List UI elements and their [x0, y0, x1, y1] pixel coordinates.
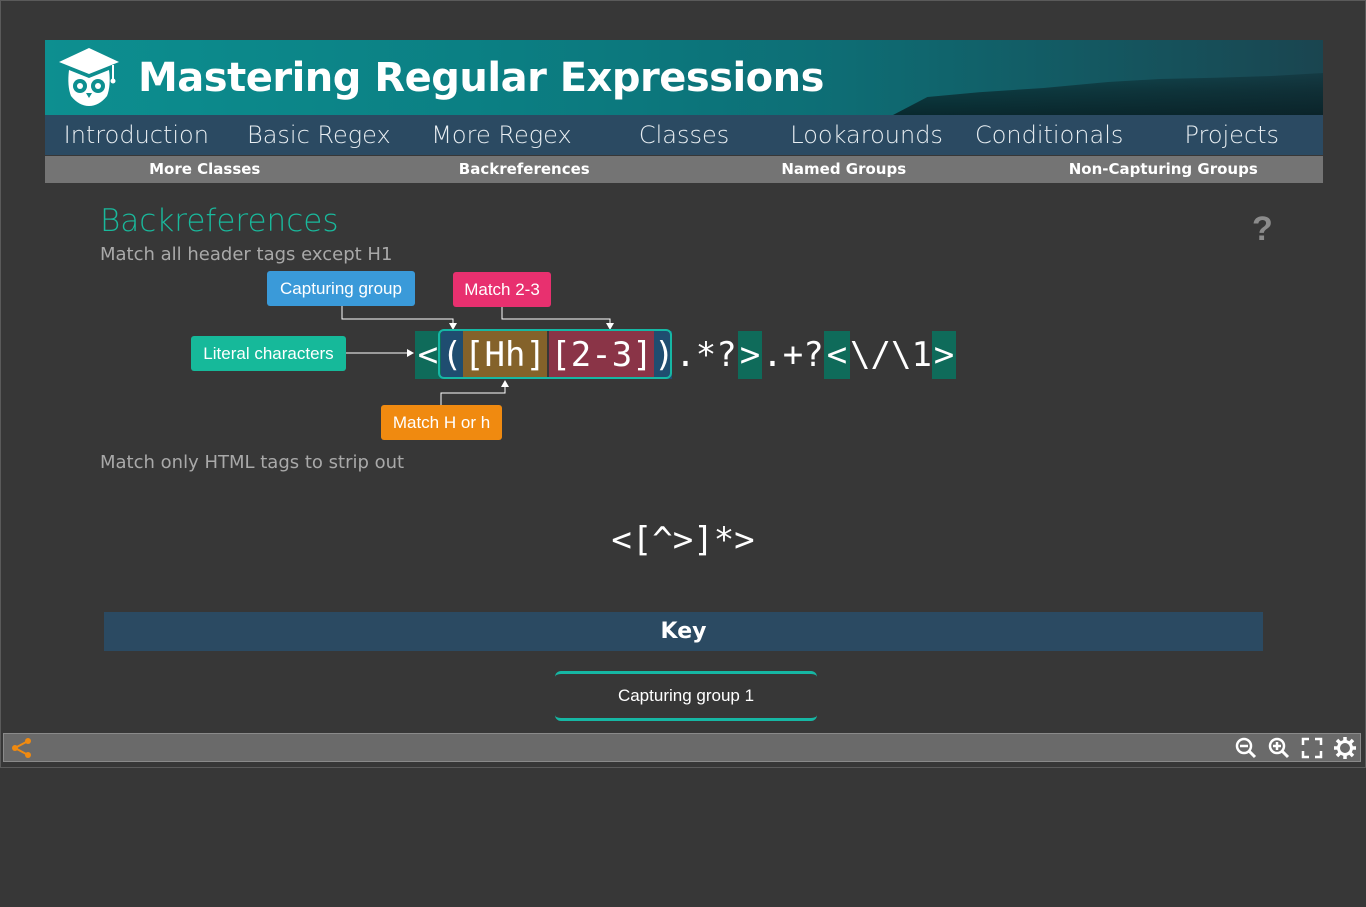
regex-token-close-angle: > — [738, 331, 762, 379]
regex-token-lazy-any: .*? — [675, 335, 737, 375]
fullscreen-icon[interactable] — [1300, 736, 1324, 760]
banner-landscape — [893, 73, 1323, 115]
callout-match-2-3: Match 2-3 — [453, 272, 551, 307]
share-icon[interactable] — [10, 736, 34, 760]
owl-graduate-logo-icon — [59, 48, 119, 106]
header-banner: Mastering Regular Expressions — [45, 40, 1323, 115]
key-item-capturing-group: Capturing group 1 — [555, 671, 817, 721]
nav-item-classes[interactable]: Classes — [593, 115, 776, 155]
regex-token-close-angle-2: > — [932, 331, 956, 379]
capturing-group-outline — [438, 329, 672, 379]
callout-match-h-or-h: Match H or h — [381, 405, 502, 440]
subnav-item-more-classes[interactable]: More Classes — [45, 156, 365, 183]
main-nav: Introduction Basic Regex More Regex Clas… — [45, 115, 1323, 155]
nav-item-introduction[interactable]: Introduction — [45, 115, 228, 155]
regex-token-open-angle-2: < — [824, 331, 850, 379]
nav-item-lookarounds[interactable]: Lookarounds — [775, 115, 958, 155]
subnav-item-named-groups[interactable]: Named Groups — [684, 156, 1004, 183]
nav-item-conditionals[interactable]: Conditionals — [958, 115, 1141, 155]
settings-icon[interactable] — [1333, 736, 1357, 760]
key-header: Key — [104, 612, 1263, 651]
regex-strip-html: <[^>]*> — [611, 520, 755, 560]
example-1-description: Match all header tags except H1 — [100, 244, 393, 265]
regex-token-lazy-one-plus: .+? — [762, 335, 824, 375]
help-button[interactable]: ? — [1252, 210, 1273, 249]
subnav-item-backreferences[interactable]: Backreferences — [365, 156, 685, 183]
bottom-toolbar — [3, 733, 1361, 762]
zoom-out-icon[interactable] — [1234, 736, 1258, 760]
nav-item-basic-regex[interactable]: Basic Regex — [228, 115, 411, 155]
example-2-description: Match only HTML tags to strip out — [100, 452, 405, 473]
sub-nav: More Classes Backreferences Named Groups… — [45, 156, 1323, 183]
callout-capturing-group: Capturing group — [267, 271, 415, 306]
regex-header-tags: < ( [Hh] [2-3] ) .*? > .+? < \/\1 > — [0, 331, 1366, 379]
app-title: Mastering Regular Expressions — [138, 55, 824, 101]
nav-item-more-regex[interactable]: More Regex — [410, 115, 593, 155]
regex-token-backreference: \/\1 — [850, 335, 932, 375]
nav-item-projects[interactable]: Projects — [1140, 115, 1323, 155]
page-title: Backreferences — [100, 203, 339, 239]
zoom-in-icon[interactable] — [1267, 736, 1291, 760]
subnav-item-non-capturing-groups[interactable]: Non-Capturing Groups — [1004, 156, 1324, 183]
